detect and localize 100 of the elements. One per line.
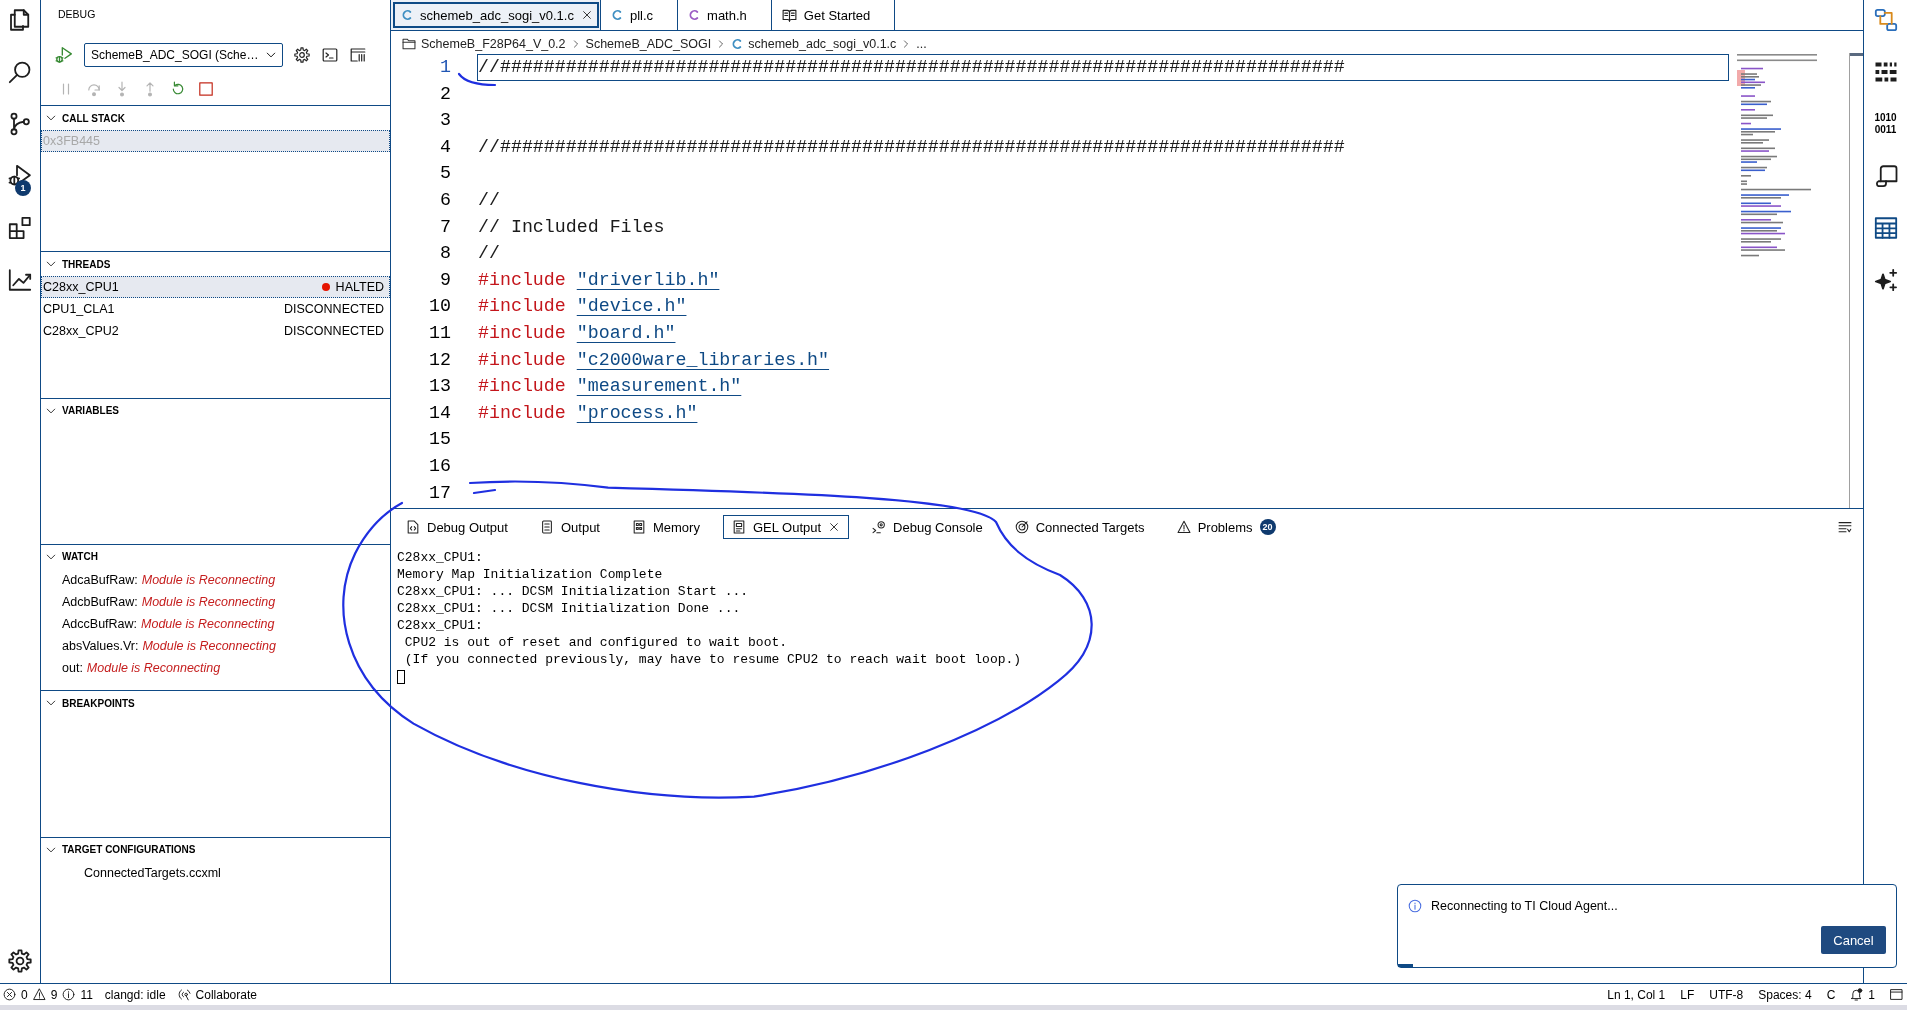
list-icon bbox=[539, 520, 554, 534]
close-icon[interactable] bbox=[828, 521, 841, 533]
line-number: 12 bbox=[428, 348, 452, 372]
error-icon bbox=[3, 988, 16, 1001]
include-path-link[interactable]: "c2000ware_libraries.h" bbox=[576, 349, 830, 370]
cancel-button[interactable]: Cancel bbox=[1821, 926, 1886, 954]
restart-icon[interactable] bbox=[170, 81, 186, 97]
sparkle-icon[interactable] bbox=[1873, 268, 1898, 292]
section-header[interactable]: THREADS bbox=[62, 258, 111, 270]
section-header[interactable]: TARGET CONFIGURATIONS bbox=[62, 844, 196, 856]
watch-expression: AdcaBufRaw: bbox=[62, 573, 138, 587]
line-number: 4 bbox=[439, 135, 452, 159]
extensions-icon[interactable] bbox=[8, 216, 32, 240]
line-number: 14 bbox=[428, 401, 452, 425]
breadcrumb-item[interactable]: SchemeB_F28P64_V_0.2 bbox=[402, 36, 566, 51]
panel-tab[interactable]: Memory bbox=[623, 515, 709, 539]
grid-icon[interactable] bbox=[1873, 60, 1898, 84]
include-path-link[interactable]: "driverlib.h" bbox=[576, 269, 720, 290]
terminal-icon[interactable] bbox=[322, 47, 338, 63]
watch-value: Module is Reconnecting bbox=[141, 573, 276, 587]
cursor-position-status[interactable]: Ln 1, Col 1 bbox=[1607, 984, 1666, 1005]
scroll-icon[interactable] bbox=[1873, 164, 1898, 188]
output-line: CPU2 is out of reset and configured to wait boot. bbox=[403, 634, 788, 651]
notifications-button[interactable]: 1 bbox=[1850, 984, 1875, 1005]
minimap[interactable] bbox=[1737, 53, 1817, 258]
panel-tab[interactable]: Connected Targets bbox=[1005, 515, 1154, 539]
preprocessor-directive: #include bbox=[478, 322, 566, 343]
breadcrumb-item[interactable]: ... bbox=[916, 36, 927, 51]
breadcrumb-item[interactable]: SchemeB_ADC_SOGI bbox=[585, 36, 712, 51]
vertical-scrollbar[interactable] bbox=[1849, 53, 1863, 508]
thread-status: DISCONNECTED bbox=[284, 302, 384, 317]
line-ending-status[interactable]: LF bbox=[1680, 984, 1695, 1005]
include-path-link[interactable]: "process.h" bbox=[576, 402, 698, 423]
info-icon bbox=[62, 988, 76, 1001]
line-number: 9 bbox=[439, 268, 452, 292]
notification-message: Reconnecting to TI Cloud Agent... bbox=[1431, 899, 1618, 913]
include-path-link[interactable]: "board.h" bbox=[576, 322, 676, 343]
watch-value: Module is Reconnecting bbox=[142, 639, 276, 653]
chart-icon[interactable] bbox=[8, 268, 32, 292]
include-path-link[interactable]: "device.h" bbox=[576, 296, 687, 317]
line-number: 6 bbox=[439, 188, 452, 212]
panel-tab[interactable]: Debug Output bbox=[397, 515, 517, 539]
thread-row[interactable]: C28xx_CPU2 DISCONNECTED bbox=[41, 320, 390, 343]
editor-tab[interactable]: schemeb_adc_sogi_v0.1.c bbox=[391, 0, 601, 30]
output-line: C28xx_CPU1: bbox=[397, 549, 483, 566]
line-number: 7 bbox=[439, 215, 452, 239]
lines-icon[interactable] bbox=[1838, 520, 1852, 534]
binary-view-button[interactable]: 1010 0011 bbox=[1874, 112, 1897, 136]
section-header[interactable]: VARIABLES bbox=[62, 405, 120, 417]
output-line: C28xx_CPU1: ... DCSM Initialization Done ... bbox=[397, 600, 741, 617]
encoding-status[interactable]: UTF-8 bbox=[1709, 984, 1744, 1005]
indentation-status[interactable]: Spaces: 4 bbox=[1758, 984, 1812, 1005]
search-icon[interactable] bbox=[8, 60, 32, 84]
problems-status-button[interactable]: 0 9 11 bbox=[3, 984, 93, 1005]
c-file-icon bbox=[610, 9, 623, 21]
panel-tab[interactable]: Output bbox=[530, 515, 609, 539]
breadcrumb-item[interactable]: schemeb_adc_sogi_v0.1.c bbox=[731, 36, 897, 51]
panel-layout-icon[interactable] bbox=[1890, 988, 1903, 1001]
c-file-icon bbox=[731, 37, 744, 50]
section-header[interactable]: CALL STACK bbox=[62, 112, 125, 124]
table-icon[interactable] bbox=[1873, 216, 1898, 240]
book-icon bbox=[781, 7, 797, 23]
thread-row[interactable]: C28xx_CPU1 HALTED bbox=[41, 276, 390, 299]
thread-name: CPU1_CLA1 bbox=[43, 302, 115, 317]
count-badge: 1 bbox=[15, 180, 31, 196]
watch-value: Module is Reconnecting bbox=[86, 661, 221, 675]
include-path-link[interactable]: "measurement.h" bbox=[576, 376, 742, 397]
line-number: 2 bbox=[439, 82, 452, 106]
thread-row[interactable]: CPU1_CLA1 DISCONNECTED bbox=[41, 298, 390, 321]
section-header[interactable]: WATCH bbox=[62, 551, 98, 563]
thread-name: C28xx_CPU1 bbox=[43, 280, 119, 295]
line-number: 17 bbox=[428, 481, 452, 505]
stop-icon[interactable] bbox=[198, 81, 214, 97]
output-line: (If you connected previously, may have to resume CPU2 to reach wait boot loop.) bbox=[403, 651, 1022, 668]
thread-name: C28xx_CPU2 bbox=[43, 324, 119, 339]
collaborate-button[interactable]: Collaborate bbox=[177, 984, 257, 1005]
folder-icon bbox=[402, 36, 416, 51]
target-config-file[interactable]: ConnectedTargets.ccxml bbox=[84, 865, 221, 880]
memory-icon bbox=[632, 520, 646, 534]
settings-icon[interactable] bbox=[294, 47, 310, 63]
settings-icon[interactable] bbox=[8, 949, 32, 973]
start-debugging-icon[interactable] bbox=[55, 46, 73, 64]
watch-expression: AdccBufRaw: bbox=[62, 617, 138, 631]
launch-config-dropdown[interactable]: SchemeB_ADC_SOGI (Sche… bbox=[84, 43, 283, 67]
panel-tab[interactable]: GEL Output bbox=[722, 515, 850, 539]
language-server-status[interactable]: clangd: idle bbox=[104, 984, 166, 1005]
nodes-icon[interactable] bbox=[1873, 8, 1898, 32]
line-number: 1 bbox=[439, 56, 452, 79]
watch-expression: absValues.Vr: bbox=[62, 639, 139, 653]
broadcast-icon bbox=[177, 988, 191, 1001]
panel-tab[interactable]: Debug Console bbox=[863, 515, 992, 539]
files-icon[interactable] bbox=[8, 8, 32, 32]
thread-status: HALTED bbox=[335, 280, 384, 295]
section-header[interactable]: BREAKPOINTS bbox=[62, 697, 135, 709]
output-line: C28xx_CPU1: ... DCSM Initialization Start ... bbox=[397, 583, 749, 600]
panel-columns-icon[interactable] bbox=[350, 47, 366, 63]
source-control-icon[interactable] bbox=[8, 112, 32, 136]
language-mode-status[interactable]: C bbox=[1826, 984, 1836, 1005]
panel-tab[interactable]: Problems 20 bbox=[1167, 515, 1285, 539]
close-icon[interactable] bbox=[580, 9, 593, 21]
